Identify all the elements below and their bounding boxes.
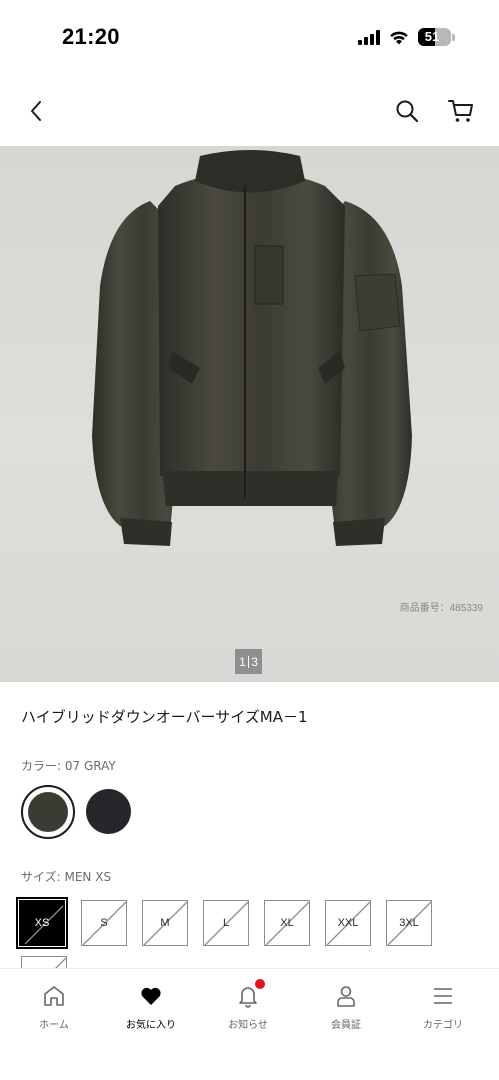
status-icons: 51 [358, 27, 455, 47]
tab-label: お気に入り [126, 1020, 176, 1031]
color-label: カラー: 07 GRAY [21, 759, 116, 773]
product-name: ハイブリッドダウンオーバーサイズMA－1 [21, 708, 308, 726]
size-option-label: XXL [337, 917, 359, 929]
home-icon [44, 986, 64, 1006]
search-button[interactable] [392, 96, 422, 126]
size-option-xxl[interactable]: XXL [325, 900, 371, 946]
battery-cap [452, 33, 455, 41]
size-option-label: L [222, 917, 230, 929]
image-counter: 13 [235, 649, 262, 674]
image-counter-current: 1 [239, 654, 246, 669]
color-swatch-gray[interactable] [21, 785, 75, 839]
nav-bar [0, 76, 499, 146]
size-option-l[interactable]: L [203, 900, 249, 946]
size-option-label: 3XL [399, 917, 419, 929]
product-image-carousel[interactable]: 商品番号：485339 13 [0, 146, 499, 682]
tab-home[interactable]: ホーム [4, 983, 104, 1043]
cart-button[interactable] [446, 96, 476, 126]
menu-icon [434, 988, 452, 1004]
image-counter-total: 3 [251, 654, 258, 669]
tab-label: お知らせ [228, 1020, 268, 1031]
tab-favorites[interactable]: お気に入り [101, 983, 201, 1043]
size-label: サイズ: MEN XS [21, 870, 112, 884]
tab-membership-card[interactable]: 会員証 [296, 983, 396, 1043]
product-code: 商品番号：485339 [399, 603, 483, 614]
status-bar: 21:20 51 [0, 0, 499, 76]
tab-label: 会員証 [331, 1020, 361, 1031]
size-option-label: XL [280, 917, 294, 929]
tab-label: ホーム [39, 1020, 69, 1031]
wifi-icon [390, 31, 408, 45]
notification-badge [255, 979, 265, 989]
tab-label: カテゴリ [423, 1020, 463, 1031]
signal-icon [358, 29, 380, 45]
status-time: 21:20 [62, 24, 120, 49]
size-option-label: S [100, 917, 108, 929]
size-option-xs[interactable]: XS [16, 897, 68, 949]
size-option-label: XS [34, 917, 50, 929]
size-option-m[interactable]: M [142, 900, 188, 946]
battery-icon: 51 [418, 28, 451, 46]
heart-icon [141, 987, 161, 1005]
size-option-xl[interactable]: XL [264, 900, 310, 946]
search-icon [396, 100, 419, 123]
size-options: XS S M L XL XXL 3XL [15, 892, 499, 972]
size-option-s[interactable]: S [81, 900, 127, 946]
battery-level: 51 [424, 29, 440, 44]
bottom-tab-bar: ホーム お気に入り お知らせ 会員証 カテゴリ [0, 968, 499, 1080]
color-swatch-navy[interactable] [86, 789, 131, 834]
color-swatch-fill [86, 789, 131, 834]
back-icon [31, 101, 41, 121]
cart-icon [448, 100, 473, 122]
tab-notifications[interactable]: お知らせ [198, 979, 298, 1043]
color-swatch-fill [27, 791, 68, 832]
user-icon [337, 986, 355, 1007]
tab-categories[interactable]: カテゴリ [393, 983, 493, 1043]
size-option-label: M [160, 917, 170, 929]
size-option-3xl[interactable]: 3XL [386, 900, 432, 946]
back-button[interactable] [21, 96, 51, 126]
